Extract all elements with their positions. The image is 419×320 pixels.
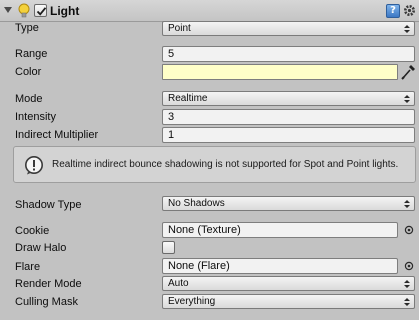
flare-label: Flare	[15, 261, 41, 273]
object-picker-icon[interactable]	[404, 261, 414, 271]
help-icon[interactable]: ?	[386, 4, 400, 18]
light-bulb-icon	[18, 3, 30, 18]
range-input[interactable]: 5	[162, 46, 415, 62]
component-header: Light ?	[0, 0, 419, 22]
helpbox-message: Realtime indirect bounce shadowing is no…	[52, 159, 399, 170]
chevron-down-icon[interactable]	[4, 7, 12, 13]
type-label: Type	[15, 22, 39, 34]
dropdown-arrows-icon	[404, 280, 410, 288]
gear-icon[interactable]	[402, 3, 417, 18]
render-mode-dropdown[interactable]: Auto	[162, 276, 415, 291]
render-mode-label: Render Mode	[15, 278, 82, 290]
culling-mask-value: Everything	[168, 296, 216, 307]
dropdown-arrows-icon	[404, 95, 410, 103]
indirect-multiplier-label: Indirect Multiplier	[15, 129, 99, 141]
range-label: Range	[15, 48, 48, 60]
dropdown-arrows-icon	[404, 200, 410, 208]
draw-halo-label: Draw Halo	[15, 242, 67, 254]
eyedropper-icon[interactable]	[400, 63, 416, 81]
flare-object-field[interactable]: None (Flare)	[162, 258, 398, 274]
mode-value: Realtime	[168, 93, 208, 104]
dropdown-arrows-icon	[404, 298, 410, 306]
shadow-type-dropdown[interactable]: No Shadows	[162, 196, 415, 211]
object-picker-icon[interactable]	[404, 225, 414, 235]
cookie-label: Cookie	[15, 225, 50, 237]
indirect-multiplier-input[interactable]: 1	[162, 127, 415, 143]
shadow-type-value: No Shadows	[168, 198, 225, 209]
intensity-input[interactable]: 3	[162, 109, 415, 125]
checkmark-icon	[36, 7, 47, 16]
shadow-type-label: Shadow Type	[15, 199, 82, 211]
render-mode-value: Auto	[168, 278, 189, 289]
component-title: Light	[50, 4, 80, 18]
dropdown-arrows-icon	[404, 25, 410, 33]
type-value: Point	[168, 23, 191, 34]
info-helpbox: Realtime indirect bounce shadowing is no…	[13, 146, 416, 183]
culling-mask-dropdown[interactable]: Everything	[162, 294, 415, 309]
info-icon	[25, 156, 43, 175]
color-label: Color	[15, 66, 42, 78]
color-swatch[interactable]	[162, 64, 398, 80]
mode-dropdown[interactable]: Realtime	[162, 91, 415, 106]
draw-halo-checkbox[interactable]	[162, 241, 175, 254]
type-dropdown[interactable]: Point	[162, 21, 415, 36]
intensity-label: Intensity	[15, 111, 56, 123]
component-enabled-checkbox[interactable]	[34, 4, 47, 17]
cookie-object-field[interactable]: None (Texture)	[162, 222, 398, 238]
culling-mask-label: Culling Mask	[15, 296, 78, 308]
mode-label: Mode	[15, 93, 43, 105]
